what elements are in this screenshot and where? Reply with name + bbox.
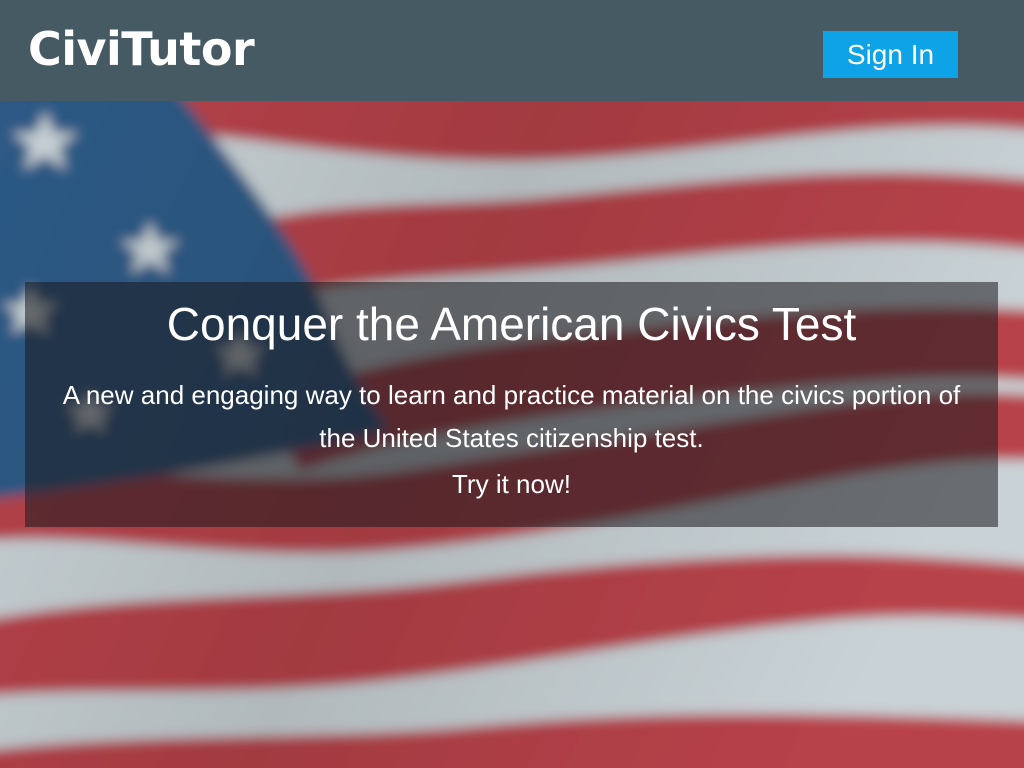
top-nav-bar: CiviTutor Sign In	[0, 0, 1024, 101]
sign-in-button[interactable]: Sign In	[823, 31, 958, 78]
site-logo[interactable]: CiviTutor	[28, 20, 255, 78]
page: CiviTutor Sign In Conquer the American C…	[0, 0, 1024, 768]
hero-banner: Conquer the American Civics Test A new a…	[25, 282, 998, 527]
hero-cta-text[interactable]: Try it now!	[25, 463, 998, 506]
hero-description: A new and engaging way to learn and prac…	[62, 380, 961, 453]
hero-title: Conquer the American Civics Test	[166, 298, 857, 350]
